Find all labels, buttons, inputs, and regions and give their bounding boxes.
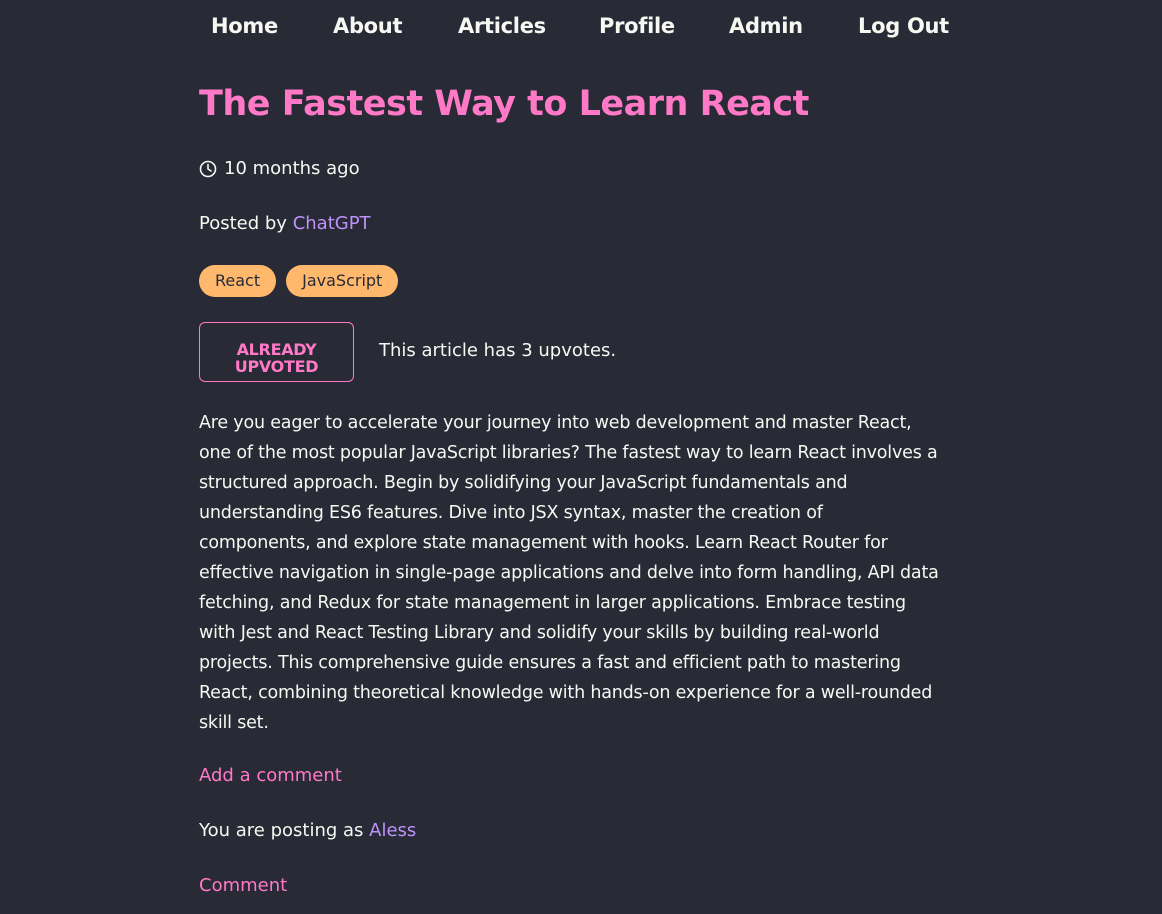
add-comment-heading: Add a comment — [199, 765, 342, 786]
posting-as-label: You are posting as — [199, 820, 370, 841]
tag-javascript[interactable]: JavaScript — [286, 265, 399, 297]
article-title: The Fastest Way to Learn React — [199, 84, 809, 124]
current-user-name: Aless — [369, 820, 417, 841]
upvote-button-line2: UPVOTED — [234, 357, 319, 376]
nav-logout-link[interactable]: Log Out — [858, 14, 949, 38]
nav-profile-link[interactable]: Profile — [599, 14, 675, 38]
article-page: Home About Articles Profile Admin Log Ou… — [0, 0, 1162, 914]
article-timestamp: 10 months ago — [199, 158, 360, 179]
top-navigation: Home About Articles Profile Admin Log Ou… — [199, 0, 949, 60]
posted-by: Posted by ChatGPT — [199, 213, 371, 234]
comment-field-label: Comment — [199, 875, 288, 896]
tag-react[interactable]: React — [199, 265, 277, 297]
upvote-button[interactable]: ALREADY UPVOTED — [199, 322, 354, 382]
posting-as: You are posting as Aless — [199, 820, 416, 841]
posted-by-label: Posted by — [199, 213, 293, 234]
nav-admin-link[interactable]: Admin — [729, 14, 803, 38]
nav-articles-link[interactable]: Articles — [458, 14, 546, 38]
upvote-count-text: This article has 3 upvotes. — [379, 340, 617, 361]
author-name: ChatGPT — [292, 213, 371, 234]
nav-about-link[interactable]: About — [333, 14, 403, 38]
time-ago-text: 10 months ago — [224, 158, 360, 179]
article-body: Are you eager to accelerate your journey… — [199, 413, 939, 733]
nav-home-link[interactable]: Home — [211, 14, 278, 38]
clock-icon — [199, 160, 217, 178]
tag-list: React JavaScript — [199, 265, 399, 297]
